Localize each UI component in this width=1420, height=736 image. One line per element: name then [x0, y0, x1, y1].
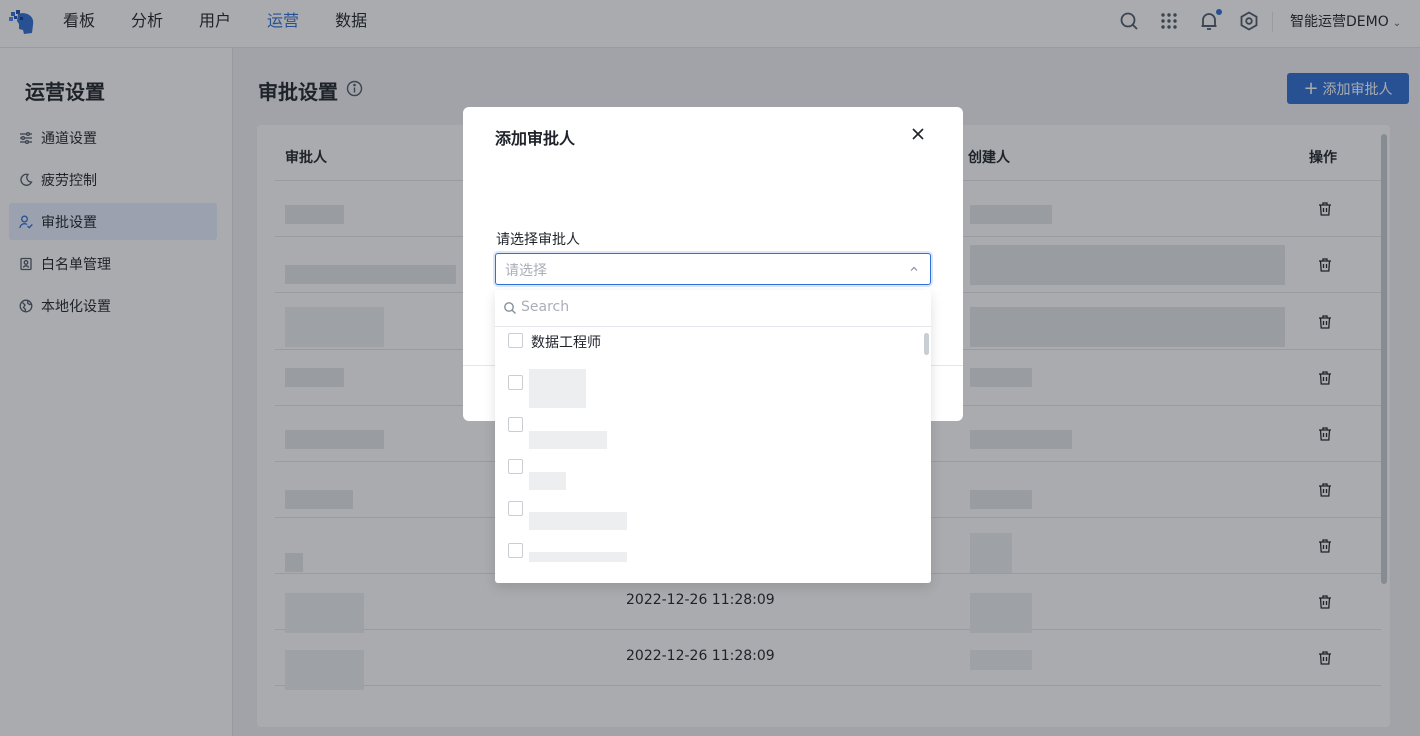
option-label: 数据工程师 [531, 335, 601, 351]
option-checkbox[interactable] [508, 417, 523, 432]
search-icon [504, 302, 516, 314]
dropdown-option[interactable] [495, 537, 931, 579]
close-icon[interactable] [911, 127, 925, 141]
option-checkbox[interactable] [508, 543, 523, 558]
select-placeholder: 请选择 [505, 263, 547, 279]
dropdown-option[interactable] [495, 453, 931, 495]
dropdown-scrollbar[interactable] [924, 333, 929, 355]
redacted-option [529, 431, 607, 449]
dropdown-option[interactable] [495, 411, 931, 453]
approver-field-label: 请选择审批人 [496, 232, 580, 248]
dropdown-option[interactable]: 数据工程师 [495, 327, 931, 369]
dropdown-search[interactable]: Search [495, 290, 931, 327]
approver-select[interactable]: 请选择 [495, 253, 931, 285]
redacted-option [529, 552, 627, 562]
modal-title: 添加审批人 [495, 129, 576, 148]
option-checkbox[interactable] [508, 375, 523, 390]
redacted-option [529, 472, 566, 490]
redacted-option [529, 512, 627, 530]
dropdown-option[interactable] [495, 495, 931, 537]
dropdown-option[interactable] [495, 369, 931, 411]
chevron-up-icon [910, 266, 918, 271]
option-checkbox[interactable] [508, 459, 523, 474]
option-checkbox[interactable] [508, 333, 523, 348]
option-checkbox[interactable] [508, 501, 523, 516]
search-placeholder: Search [521, 299, 570, 315]
approver-dropdown: Search 数据工程师 [495, 290, 931, 583]
redacted-option [529, 369, 586, 408]
